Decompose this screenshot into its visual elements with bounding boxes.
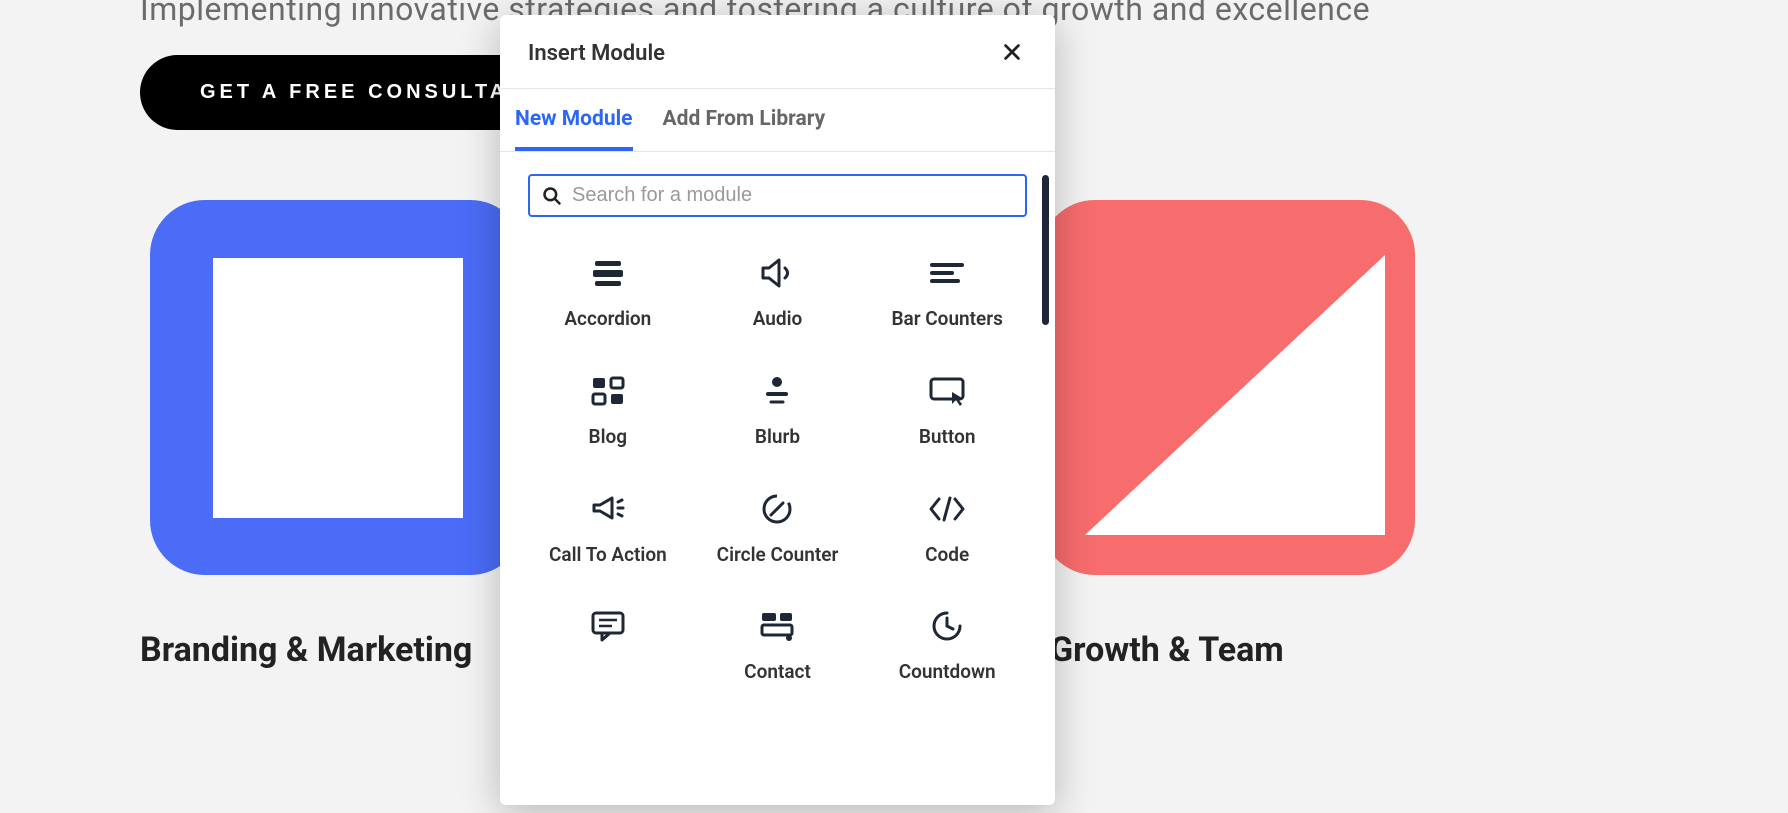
search-icon [542,186,562,206]
module-bar-counters[interactable]: Bar Counters [867,245,1027,337]
bars-icon [925,251,969,295]
module-code[interactable]: Code [867,481,1027,573]
contact-icon [755,604,799,648]
module-blog[interactable]: Blog [528,363,688,455]
card-growth [1040,200,1415,575]
code-icon [925,487,969,531]
module-label: Blurb [755,425,800,449]
module-label: Bar Counters [891,307,1002,331]
insert-module-modal: Insert Module New Module Add From Librar… [500,15,1055,805]
module-label: Audio [753,307,803,331]
tab-new-module[interactable]: New Module [515,89,633,151]
tab-add-from-library[interactable]: Add From Library [663,89,826,151]
search-input[interactable] [572,184,1013,207]
module-label: Contact [744,660,811,684]
module-contact[interactable]: Contact [698,598,858,690]
module-grid: Accordion Audio Bar Counters [528,245,1027,690]
accordion-icon [586,251,630,295]
comments-icon [586,604,630,648]
modal-title: Insert Module [528,41,665,66]
countdown-icon [925,604,969,648]
scrollbar-thumb[interactable] [1042,175,1049,325]
module-label: Button [919,425,976,449]
modal-tabs: New Module Add From Library [500,89,1055,152]
module-button[interactable]: Button [867,363,1027,455]
module-call-to-action[interactable]: Call To Action [528,481,688,573]
card-title-branding: Branding & Marketing [140,630,472,670]
close-button[interactable] [997,37,1027,70]
module-label: Blog [589,425,628,449]
circle-counter-icon [755,487,799,531]
audio-icon [755,251,799,295]
triangle-shape [1085,255,1385,535]
card-title-growth: Growth & Team [1050,630,1284,670]
module-label: Countdown [899,660,996,684]
module-label: Code [925,543,969,567]
module-blurb[interactable]: Blurb [698,363,858,455]
module-circle-counter[interactable]: Circle Counter [698,481,858,573]
heptagon-shape [213,258,463,518]
module-countdown[interactable]: Countdown [867,598,1027,690]
module-label: Circle Counter [717,543,839,567]
close-icon [1001,41,1023,63]
module-comments[interactable] [528,598,688,690]
megaphone-icon [586,487,630,531]
module-audio[interactable]: Audio [698,245,858,337]
button-icon [925,369,969,413]
blog-icon [586,369,630,413]
module-accordion[interactable]: Accordion [528,245,688,337]
blurb-icon [755,369,799,413]
module-label: Call To Action [549,543,667,567]
module-label: Accordion [564,307,651,331]
search-field-wrap[interactable] [528,174,1027,217]
card-branding [150,200,525,575]
